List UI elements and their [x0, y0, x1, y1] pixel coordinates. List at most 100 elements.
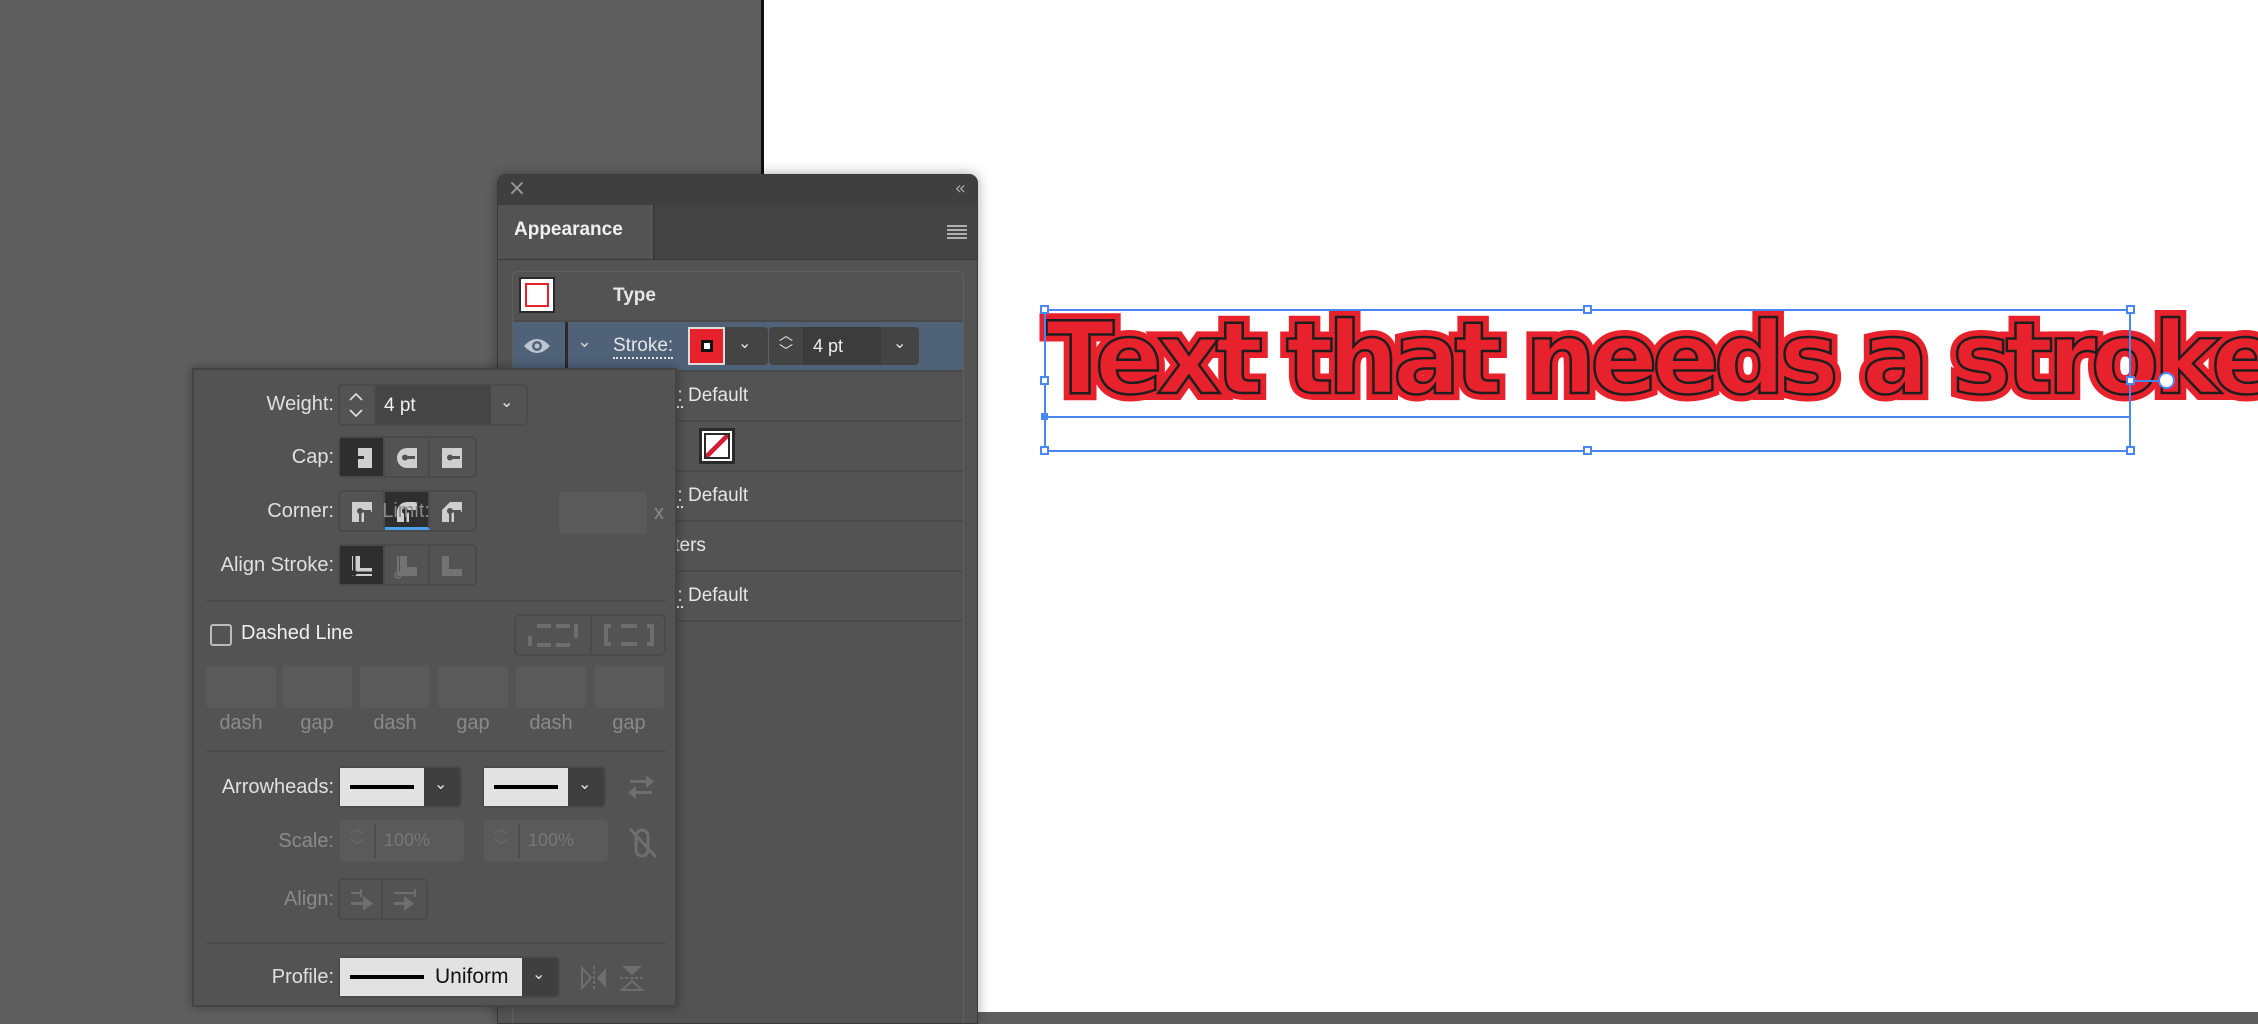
align-stroke-button-group: [338, 544, 477, 586]
handle-top-right[interactable]: [2126, 305, 2135, 314]
dash-1-input: [206, 666, 276, 708]
scale-label: Scale:: [278, 830, 334, 852]
double-chevron-left-icon[interactable]: ‹‹: [955, 178, 967, 200]
weight-value[interactable]: 4 pt: [384, 395, 416, 417]
dashed-line-label[interactable]: Dashed Line: [241, 622, 353, 645]
canvas-text-object[interactable]: Text that needs a stroke: [1045, 299, 2258, 419]
dash-3-input: [516, 666, 586, 708]
align-center-icon: [351, 556, 372, 576]
align-stroke-outside-button[interactable]: [430, 546, 475, 584]
weight-field[interactable]: 4 pt: [376, 386, 491, 424]
opacity-value: Default: [687, 585, 749, 606]
chevron-down-icon[interactable]: ⌄: [738, 333, 751, 353]
projecting-cap-icon: [442, 448, 462, 468]
preserve-dash-button[interactable]: [516, 616, 592, 654]
chevron-down-icon[interactable]: ⌄: [434, 774, 447, 794]
arrow-align-button-group: [338, 878, 428, 920]
chevron-down-icon[interactable]: [349, 409, 363, 417]
panel-tab-bar: Appearance: [498, 205, 977, 260]
variable-width-profile-select[interactable]: Uniform ⌄: [338, 956, 560, 998]
dash-alignment-group: [514, 614, 666, 656]
panel-header[interactable]: × ‹‹: [498, 175, 977, 205]
stroke-color-picker[interactable]: ⌄: [688, 327, 768, 365]
gap-1-input: [282, 666, 352, 708]
chevron-down-icon[interactable]: ⌄: [893, 333, 906, 353]
handle-middle-left[interactable]: [1040, 376, 1049, 385]
profile-line-icon: [350, 975, 424, 979]
weight-stepper[interactable]: ︿ ﹀: [769, 327, 805, 365]
align-inside-icon: [394, 556, 417, 579]
round-cap-button[interactable]: [385, 438, 430, 476]
separator: [206, 600, 666, 602]
gap-2-input: [438, 666, 508, 708]
align-dash-corners-button[interactable]: [592, 616, 666, 654]
end-scale-value: 100%: [528, 830, 575, 850]
stroke-weight-value[interactable]: 4 pt: [813, 336, 843, 357]
bevel-join-button[interactable]: [430, 492, 475, 530]
chevron-down-icon[interactable]: ⌄: [500, 392, 513, 412]
align-stroke-center-button[interactable]: [340, 546, 385, 584]
type-thumbnail-icon: [519, 277, 555, 313]
cap-label: Cap:: [291, 446, 334, 468]
arrow-tip-extend-button: [340, 880, 384, 918]
opacity-value: Default: [687, 485, 749, 506]
align-label: Align:: [283, 888, 334, 910]
link-scale-unlinked-icon: [628, 827, 658, 859]
stroke-label-link[interactable]: Stroke:: [613, 335, 674, 359]
appearance-row-stroke[interactable]: ⌄ Stroke: ⌄ ︿ ﹀ 4 pt ⌄: [513, 322, 963, 372]
fill-none-swatch-icon[interactable]: [699, 428, 735, 464]
start-arrowhead-select[interactable]: ⌄: [338, 766, 462, 808]
align-stroke-inside-button[interactable]: [385, 546, 430, 584]
gap-1-label: gap: [300, 712, 334, 734]
handle-bottom-center[interactable]: [1583, 446, 1592, 455]
weight-stepper[interactable]: [340, 386, 376, 424]
handle-top-center[interactable]: [1583, 305, 1592, 314]
stroke-weight-field[interactable]: 4 pt: [805, 327, 881, 365]
dash-2-input: [360, 666, 430, 708]
stroke-color-swatch[interactable]: [688, 327, 725, 365]
handle-bottom-left[interactable]: [1040, 446, 1049, 455]
chevron-down-icon[interactable]: ⌄: [577, 331, 592, 352]
projecting-cap-button[interactable]: [430, 438, 475, 476]
panel-menu-icon[interactable]: [947, 225, 967, 239]
dash-3-label: dash: [529, 712, 573, 734]
handle-middle-right[interactable]: [2126, 376, 2135, 385]
end-scale-input: ︿ ﹀ 100%: [484, 820, 608, 862]
stroke-weight-input[interactable]: ︿ ﹀ 4 pt ⌄: [769, 327, 919, 365]
profile-label: Profile:: [271, 966, 334, 988]
text-baseline: [1045, 416, 2131, 418]
baseline-handle[interactable]: [1041, 413, 1048, 420]
bevel-join-icon: [442, 502, 462, 522]
start-scale-value: 100%: [384, 830, 431, 850]
chevron-down-icon[interactable]: ⌄: [578, 774, 591, 794]
opacity-value: Default: [687, 385, 749, 406]
dash-1-label: dash: [219, 712, 263, 734]
eye-icon[interactable]: [523, 336, 551, 356]
handle-bottom-right[interactable]: [2126, 446, 2135, 455]
dashed-line-checkbox[interactable]: [210, 624, 232, 646]
artboard[interactable]: [761, 0, 2258, 1012]
profile-preview: Uniform: [340, 958, 522, 996]
butt-cap-button[interactable]: [340, 438, 385, 476]
close-icon[interactable]: ×: [506, 178, 528, 200]
weight-input[interactable]: 4 pt ⌄: [338, 384, 528, 426]
cap-button-group: [338, 436, 477, 478]
flip-along-icon: [581, 965, 606, 991]
row-label: Type: [613, 285, 656, 306]
align-dash-icon: [604, 624, 654, 646]
chevron-down-icon[interactable]: ⌄: [532, 964, 545, 984]
appearance-row-type[interactable]: Type: [513, 272, 963, 322]
handle-top-left[interactable]: [1040, 305, 1049, 314]
corner-label: Corner:: [267, 500, 334, 522]
swap-arrowheads-icon[interactable]: [626, 774, 656, 800]
limit-suffix: x: [654, 502, 664, 524]
chevron-up-icon[interactable]: [349, 393, 363, 401]
arrowheads-label: Arrowheads:: [221, 776, 334, 798]
text-type-handle[interactable]: [2158, 372, 2175, 389]
tab-label: Appearance: [514, 219, 623, 240]
align-stroke-label: Align Stroke:: [220, 554, 334, 576]
tab-appearance[interactable]: Appearance: [498, 205, 655, 259]
profile-value: Uniform: [435, 965, 509, 988]
arrowhead-start-preview: [340, 768, 424, 806]
end-arrowhead-select[interactable]: ⌄: [482, 766, 606, 808]
